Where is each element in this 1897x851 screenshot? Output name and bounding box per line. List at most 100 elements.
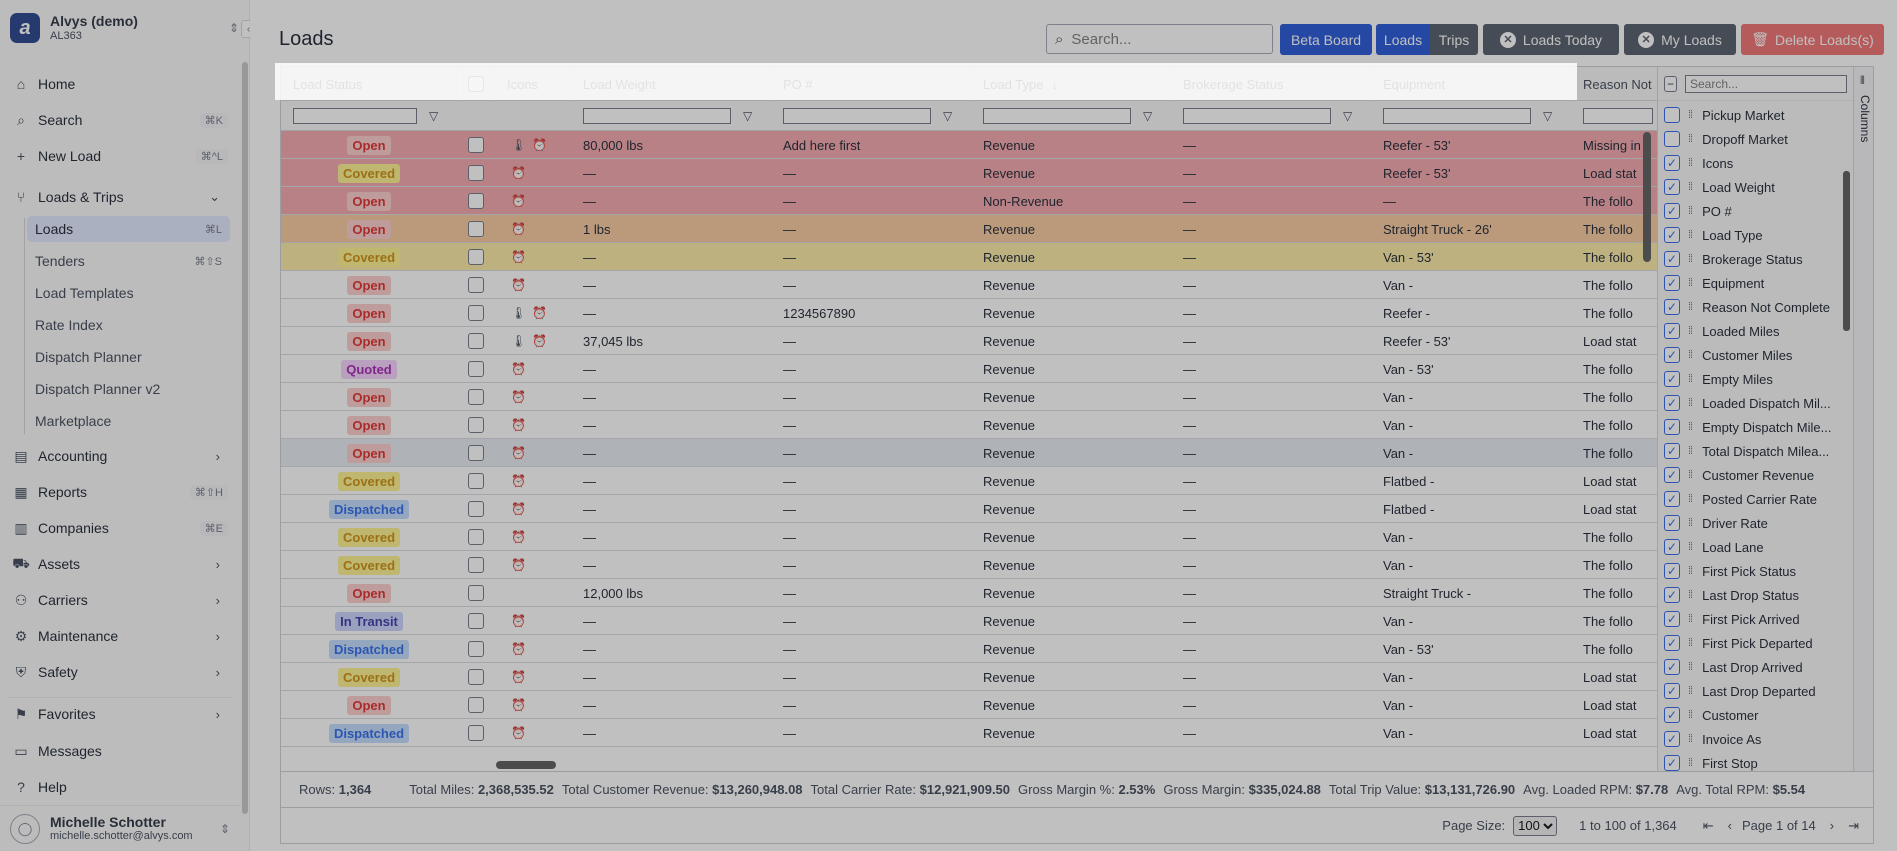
nav-companies[interactable]: ▥ Companies ⌘E [8,514,232,542]
nav-carriers[interactable]: ⚇ Carriers › [8,586,232,614]
col-header-load-status[interactable]: Load Status [281,67,457,101]
column-toggle-item[interactable]: ✓ ⁞⁞ Invoice As [1664,727,1842,751]
nav-maintenance[interactable]: ⚙ Maintenance › [8,622,232,650]
table-row[interactable]: Covered ⏰ — — Revenue — Reefer - 53' Loa… [281,159,1657,187]
org-switcher[interactable]: a Alvys (demo) AL363 ⇕ [0,0,249,56]
row-checkbox[interactable] [468,193,484,209]
row-checkbox[interactable] [468,529,484,545]
alarm-clock-icon[interactable]: ⏰ [511,726,526,740]
drag-handle-icon[interactable]: ⁞⁞ [1688,109,1693,121]
table-row[interactable]: Open ⏰ — — Revenue — Van - Load stat [281,691,1657,719]
table-row[interactable]: Open 🌡 ⏰ — 1234567890 Revenue — Reefer -… [281,299,1657,327]
row-checkbox[interactable] [468,333,484,349]
column-toggle-item[interactable]: ✓ ⁞⁞ Loaded Dispatch Mil... [1664,391,1842,415]
column-checkbox[interactable]: ✓ [1664,731,1680,747]
column-checkbox[interactable]: ✓ [1664,371,1680,387]
filter-input[interactable] [1183,108,1331,124]
horizontal-scrollbar[interactable] [496,761,556,769]
nav-messages[interactable]: ▭ Messages [8,737,232,765]
row-checkbox[interactable] [468,445,484,461]
filter-input[interactable] [293,108,417,124]
filter-load-type[interactable]: ▽ [983,107,1152,125]
sidebar-item-load-templates[interactable]: Load Templates [27,280,230,306]
drag-handle-icon[interactable]: ⁞⁞ [1688,541,1693,553]
row-checkbox[interactable] [468,697,484,713]
table-row[interactable]: Open 12,000 lbs — Revenue — Straight Tru… [281,579,1657,607]
column-checkbox[interactable]: ✓ [1664,419,1680,435]
drag-handle-icon[interactable]: ⁞⁞ [1688,325,1693,337]
drag-handle-icon[interactable]: ⁞⁞ [1688,517,1693,529]
drag-handle-icon[interactable]: ⁞⁞ [1688,709,1693,721]
column-toggle-item[interactable]: ✓ ⁞⁞ Last Drop Arrived [1664,655,1842,679]
column-toggle-item[interactable]: ✓ ⁞⁞ Empty Miles [1664,367,1842,391]
drag-handle-icon[interactable]: ⁞⁞ [1688,733,1693,745]
drag-handle-icon[interactable]: ⁞⁞ [1688,397,1693,409]
page-size-select[interactable]: 100 [1513,815,1558,836]
search-input[interactable] [1071,30,1242,48]
column-checkbox[interactable]: ✓ [1664,563,1680,579]
table-row[interactable]: Open ⏰ 1 lbs — Revenue — Straight Truck … [281,215,1657,243]
column-toggle-item[interactable]: ✓ ⁞⁞ Load Type [1664,223,1842,247]
filter-load-weight[interactable]: ▽ [583,107,752,125]
table-row[interactable]: Open ⏰ — — Revenue — Van - The follo [281,439,1657,467]
table-row[interactable]: Open 🌡 ⏰ 80,000 lbs Add here first Reven… [281,131,1657,159]
drag-handle-icon[interactable]: ⁞⁞ [1688,157,1693,169]
alarm-clock-icon[interactable]: ⏰ [511,278,526,292]
alarm-clock-icon[interactable]: ⏰ [511,670,526,684]
row-checkbox[interactable] [468,277,484,293]
alarm-clock-icon[interactable]: ⏰ [511,166,526,180]
drag-handle-icon[interactable]: ⁞⁞ [1688,685,1693,697]
columns-panel-scrollbar[interactable] [1843,171,1850,331]
sidebar-item-dispatch-planner-v2[interactable]: Dispatch Planner v2 [27,376,230,402]
column-checkbox[interactable]: ✓ [1664,611,1680,627]
nav-reports[interactable]: ▦ Reports ⌘⇧H [8,478,232,506]
column-toggle-item[interactable]: ✓ ⁞⁞ First Pick Arrived [1664,607,1842,631]
drag-handle-icon[interactable]: ⁞⁞ [1688,493,1693,505]
drag-handle-icon[interactable]: ⁞⁞ [1688,445,1693,457]
column-checkbox[interactable]: ✓ [1664,515,1680,531]
filter-input[interactable] [983,108,1131,124]
row-checkbox[interactable] [468,249,484,265]
column-checkbox[interactable] [1664,131,1680,147]
nav-safety[interactable]: ⛨ Safety › [8,658,232,686]
table-row[interactable]: Open ⏰ — — Revenue — Van - The follo [281,271,1657,299]
column-checkbox[interactable]: ✓ [1664,467,1680,483]
column-checkbox[interactable]: ✓ [1664,587,1680,603]
nav-help[interactable]: ? Help [8,773,232,801]
column-toggle-item[interactable]: ✓ ⁞⁞ Load Lane [1664,535,1842,559]
row-checkbox[interactable] [468,137,484,153]
select-all-checkbox[interactable] [467,76,484,92]
column-checkbox[interactable]: ✓ [1664,443,1680,459]
my-loads-button[interactable]: ✕ My Loads [1624,24,1736,55]
filter-icon[interactable]: ▽ [743,109,752,123]
table-row[interactable]: Dispatched ⏰ — — Revenue — Flatbed - Loa… [281,495,1657,523]
column-toggle-item[interactable]: ✓ ⁞⁞ Icons [1664,151,1842,175]
col-header-po[interactable]: PO # [771,67,971,101]
sidebar-item-dispatch-planner[interactable]: Dispatch Planner [27,344,230,370]
filter-equipment[interactable]: ▽ [1383,107,1552,125]
alarm-clock-icon[interactable]: ⏰ [511,642,526,656]
user-menu[interactable]: ◯ Michelle Schotter michelle.schotter@al… [0,805,240,851]
alarm-clock-icon[interactable]: ⏰ [532,334,547,348]
nav-favorites[interactable]: ⚑ Favorites › [8,700,232,728]
alarm-clock-icon[interactable]: ⏰ [511,530,526,544]
sidebar-scrollbar[interactable] [242,62,248,814]
columns-search-input[interactable] [1685,74,1847,93]
column-checkbox[interactable]: ✓ [1664,491,1680,507]
nav-search[interactable]: ⌕ Search ⌘K [8,106,232,134]
drag-handle-icon[interactable]: ⁞⁞ [1688,133,1693,145]
beta-board-button[interactable]: Beta Board [1280,24,1372,55]
column-checkbox[interactable]: ✓ [1664,299,1680,315]
alarm-clock-icon[interactable]: ⏰ [532,138,547,152]
filter-icon[interactable]: ▽ [429,109,438,123]
columns-side-tab[interactable]: ⦀ Columns [1853,67,1873,771]
alarm-clock-icon[interactable]: ⏰ [511,502,526,516]
table-row[interactable]: Dispatched ⏰ — — Revenue — Van - 53' The… [281,635,1657,663]
alarm-clock-icon[interactable]: ⏰ [511,362,526,376]
table-row[interactable]: Dispatched ⏰ — — Revenue — Van - Load st… [281,719,1657,747]
thermometer-icon[interactable]: 🌡 [511,334,526,348]
nav-assets[interactable]: ⛟ Assets › [8,550,232,578]
drag-handle-icon[interactable]: ⁞⁞ [1688,373,1693,385]
column-toggle-item[interactable]: ✓ ⁞⁞ First Pick Departed [1664,631,1842,655]
drag-handle-icon[interactable]: ⁞⁞ [1688,589,1693,601]
